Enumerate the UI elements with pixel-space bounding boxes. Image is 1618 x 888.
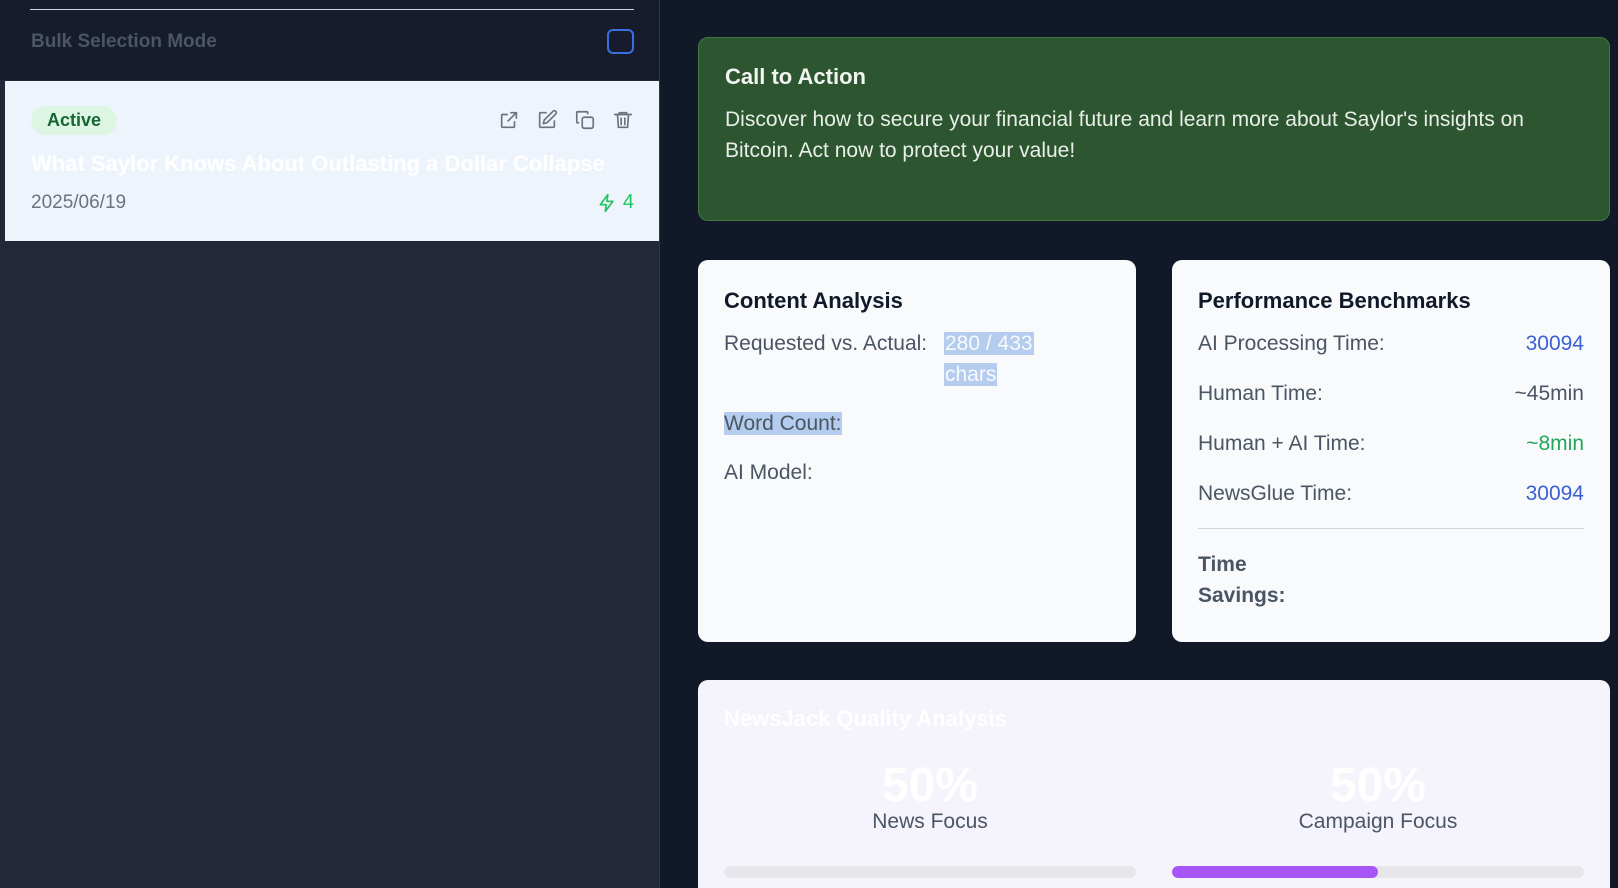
content-analysis-panel: Content Analysis Requested vs. Actual: 2… bbox=[698, 260, 1136, 642]
app-root: Bulk Selection Mode Active What Saylor K bbox=[0, 0, 1618, 888]
news-focus-metric: 50% News Focus bbox=[724, 758, 1136, 834]
campaign-focus-progress-fill bbox=[1172, 866, 1378, 878]
trash-icon[interactable] bbox=[611, 108, 635, 132]
newsglue-time-value: 30094 bbox=[1525, 482, 1584, 505]
requested-value-line1: 280 / 433 bbox=[944, 332, 1034, 355]
card-date: 2025/06/19 bbox=[31, 192, 127, 213]
sidebar: Bulk Selection Mode Active What Saylor K bbox=[0, 0, 660, 888]
newsglue-time-label: NewsGlue Time: bbox=[1198, 482, 1353, 505]
quality-analysis-panel: NewsJack Quality Analysis 50% News Focus… bbox=[698, 680, 1610, 888]
card-title[interactable]: What Saylor Knows About Outlasting a Dol… bbox=[31, 151, 661, 177]
ai-model-row: AI Model: bbox=[724, 457, 1110, 488]
news-focus-percent: 50% bbox=[881, 759, 979, 812]
quality-title: NewsJack Quality Analysis bbox=[724, 706, 1007, 731]
ai-processing-row: AI Processing Time: 30094 bbox=[1198, 328, 1584, 359]
campaign-focus-metric: 50% Campaign Focus bbox=[1172, 758, 1584, 834]
status-badge: Active bbox=[31, 106, 118, 135]
human-ai-time-value: ~8min bbox=[1526, 432, 1584, 455]
divider bbox=[1198, 528, 1584, 529]
human-ai-time-row: Human + AI Time: ~8min bbox=[1198, 428, 1584, 459]
content-analysis-title: Content Analysis bbox=[724, 288, 903, 313]
human-time-value: ~45min bbox=[1514, 382, 1584, 405]
ai-processing-label: AI Processing Time: bbox=[1198, 332, 1385, 355]
time-savings-label: Time Savings: bbox=[1198, 553, 1286, 607]
human-ai-time-label: Human + AI Time: bbox=[1198, 432, 1366, 455]
bulk-selection-label: Bulk Selection Mode bbox=[31, 31, 217, 52]
news-focus-label: News Focus bbox=[872, 810, 988, 833]
campaign-focus-label: Campaign Focus bbox=[1298, 810, 1458, 833]
ai-model-label: AI Model: bbox=[724, 461, 813, 484]
human-time-label: Human Time: bbox=[1198, 382, 1323, 405]
count-value: 4 bbox=[622, 191, 634, 213]
card-count: 4 bbox=[597, 191, 634, 214]
cta-body: Discover how to secure your financial fu… bbox=[725, 108, 1524, 162]
cta-title: Call to Action bbox=[725, 64, 866, 89]
campaign-focus-percent: 50% bbox=[1329, 759, 1427, 812]
lightning-icon bbox=[599, 193, 614, 212]
word-count-label-wrap: Word Count: bbox=[724, 408, 944, 439]
requested-value: 280 / 433 chars bbox=[944, 328, 1034, 390]
news-focus-progress bbox=[724, 866, 1136, 878]
list-item[interactable]: Active What Saylor Knows About Outlastin… bbox=[5, 81, 659, 241]
call-to-action-panel: Call to Action Discover how to secure yo… bbox=[698, 37, 1610, 221]
requested-row: Requested vs. Actual: 280 / 433 chars bbox=[724, 328, 1110, 390]
card-actions bbox=[497, 108, 635, 132]
human-time-row: Human Time: ~45min bbox=[1198, 378, 1584, 409]
newsglue-time-row: NewsGlue Time: 30094 bbox=[1198, 478, 1584, 509]
divider bbox=[30, 9, 634, 10]
word-count-label: Word Count: bbox=[724, 412, 842, 435]
performance-benchmarks-panel: Performance Benchmarks AI Processing Tim… bbox=[1172, 260, 1610, 642]
requested-value-line2: chars bbox=[944, 363, 998, 386]
requested-label: Requested vs. Actual: bbox=[724, 332, 928, 355]
external-link-icon[interactable] bbox=[497, 108, 521, 132]
campaign-focus-progress bbox=[1172, 866, 1584, 878]
ai-processing-value: 30094 bbox=[1525, 332, 1584, 355]
sidebar-header: Bulk Selection Mode bbox=[0, 0, 659, 80]
edit-icon[interactable] bbox=[535, 108, 559, 132]
copy-icon[interactable] bbox=[573, 108, 597, 132]
word-count-row: Word Count: bbox=[724, 408, 1110, 439]
bulk-selection-checkbox[interactable] bbox=[607, 29, 634, 54]
performance-title: Performance Benchmarks bbox=[1198, 288, 1471, 313]
